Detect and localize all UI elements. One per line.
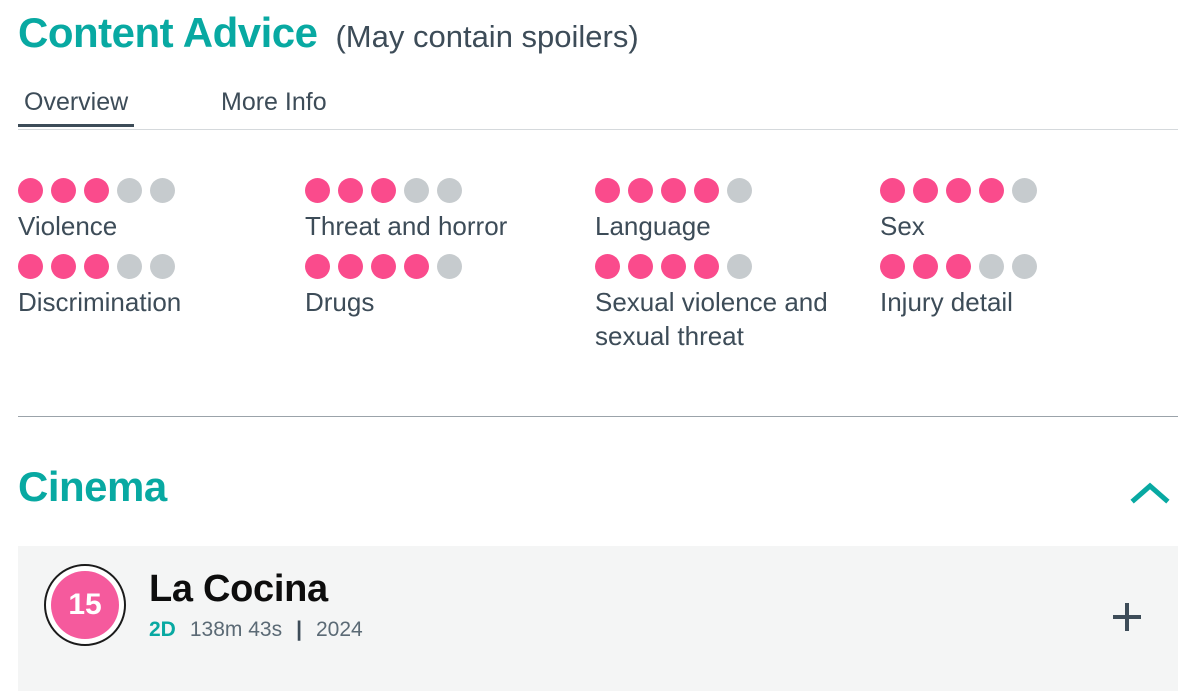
page-title: Content Advice xyxy=(18,9,318,56)
rating-dot-empty xyxy=(404,178,429,203)
rating-dot-empty xyxy=(117,253,142,279)
certificate-badge-label: 15 xyxy=(51,571,119,639)
film-year: 2024 xyxy=(315,617,363,641)
film-title: La Cocina xyxy=(149,568,328,610)
advice-item-sex: Sex xyxy=(880,178,1178,244)
rating-dot-filled xyxy=(694,253,719,279)
rating-dot-empty xyxy=(437,178,462,203)
advice-label-language: Language xyxy=(595,211,711,241)
advice-label-injury-detail: Injury detail xyxy=(880,286,1013,317)
rating-dot-filled xyxy=(404,253,429,279)
rating-dot-filled xyxy=(595,253,620,279)
advice-item-threat-and-horror: Threat and horror xyxy=(305,178,595,244)
advice-item-violence: Violence xyxy=(18,178,305,244)
section-divider xyxy=(18,416,1178,417)
add-film-button[interactable] xyxy=(1104,596,1150,642)
advice-item-drugs: Drugs xyxy=(305,253,595,354)
film-duration: 138m 43s xyxy=(189,617,283,641)
rating-dot-filled xyxy=(51,178,76,203)
advice-label-sex: Sex xyxy=(880,211,925,241)
rating-dot-filled xyxy=(305,178,330,203)
rating-dot-filled xyxy=(371,178,396,203)
page-subtitle: (May contain spoilers) xyxy=(335,19,639,54)
rating-dot-empty xyxy=(150,253,175,279)
rating-dot-filled xyxy=(979,178,1004,203)
rating-dot-empty xyxy=(727,178,752,203)
cinema-section-header: Cinema xyxy=(18,466,1178,528)
film-meta: 2D 138m 43s | 2024 xyxy=(149,618,363,642)
rating-dot-filled xyxy=(371,253,396,279)
rating-dot-filled xyxy=(628,178,653,203)
rating-dots-sex xyxy=(880,178,1178,203)
tab-overview[interactable]: Overview xyxy=(18,88,135,128)
advice-label-violence: Violence xyxy=(18,211,118,241)
advice-label-sexual-violence-and-sexual-threat: Sexual violence and sexual threat xyxy=(595,286,828,351)
rating-dot-filled xyxy=(880,178,905,203)
advice-item-sexual-violence-and-sexual-threat: Sexual violence and sexual threat xyxy=(595,253,880,354)
rating-dot-filled xyxy=(694,178,719,203)
advice-row-2: Discrimination Drugs Sexual violence and… xyxy=(18,253,1178,354)
tab-bar: Overview More Info xyxy=(18,88,1178,130)
tab-more-info[interactable]: More Info xyxy=(215,88,333,124)
rating-dot-empty xyxy=(979,253,1004,279)
cinema-section-title: Cinema xyxy=(18,463,167,510)
content-advice-page: Content Advice (May contain spoilers) Ov… xyxy=(0,0,1197,691)
rating-dot-filled xyxy=(880,253,905,279)
advice-row-1: Violence Threat and horror Language Sex xyxy=(18,178,1178,244)
rating-dot-filled xyxy=(661,178,686,203)
rating-dot-filled xyxy=(18,178,43,203)
rating-dots-sexual-violence-and-sexual-threat xyxy=(595,253,880,279)
rating-dots-discrimination xyxy=(18,253,305,279)
rating-dot-filled xyxy=(51,253,76,279)
film-meta-separator: | xyxy=(296,617,302,641)
rating-dot-empty xyxy=(437,253,462,279)
film-info: La Cocina 2D 138m 43s | 2024 xyxy=(149,568,363,642)
rating-dot-filled xyxy=(946,178,971,203)
rating-dot-filled xyxy=(595,178,620,203)
rating-dot-filled xyxy=(84,253,109,279)
rating-dot-filled xyxy=(305,253,330,279)
content-advice-grid: Violence Threat and horror Language Sex … xyxy=(18,178,1178,363)
certificate-badge: 15 xyxy=(44,564,126,646)
rating-dot-empty xyxy=(150,178,175,203)
rating-dots-drugs xyxy=(305,253,595,279)
rating-dot-empty xyxy=(727,253,752,279)
advice-label-drugs: Drugs xyxy=(305,286,375,317)
rating-dot-filled xyxy=(338,253,363,279)
rating-dot-filled xyxy=(913,178,938,203)
rating-dots-language xyxy=(595,178,880,203)
rating-dot-filled xyxy=(338,178,363,203)
rating-dot-empty xyxy=(1012,178,1037,203)
advice-label-threat-and-horror: Threat and horror xyxy=(305,211,508,241)
page-header: Content Advice (May contain spoilers) xyxy=(18,12,639,54)
rating-dots-violence xyxy=(18,178,305,203)
rating-dot-filled xyxy=(628,253,653,279)
chevron-up-icon xyxy=(1130,481,1170,508)
rating-dot-filled xyxy=(18,253,43,279)
rating-dot-empty xyxy=(1012,253,1037,279)
rating-dot-empty xyxy=(117,178,142,203)
rating-dot-filled xyxy=(661,253,686,279)
advice-item-injury-detail: Injury detail xyxy=(880,253,1178,354)
rating-dot-filled xyxy=(913,253,938,279)
rating-dot-filled xyxy=(84,178,109,203)
advice-item-language: Language xyxy=(595,178,880,244)
rating-dot-filled xyxy=(946,253,971,279)
film-card-la-cocina[interactable]: 15 La Cocina 2D 138m 43s | 2024 xyxy=(18,546,1178,691)
plus-icon xyxy=(1109,599,1145,638)
film-format: 2D xyxy=(149,617,176,641)
advice-item-discrimination: Discrimination xyxy=(18,253,305,354)
rating-dots-injury-detail xyxy=(880,253,1178,279)
rating-dots-threat-and-horror xyxy=(305,178,595,203)
advice-label-discrimination: Discrimination xyxy=(18,286,182,317)
cinema-collapse-button[interactable] xyxy=(1122,474,1178,514)
